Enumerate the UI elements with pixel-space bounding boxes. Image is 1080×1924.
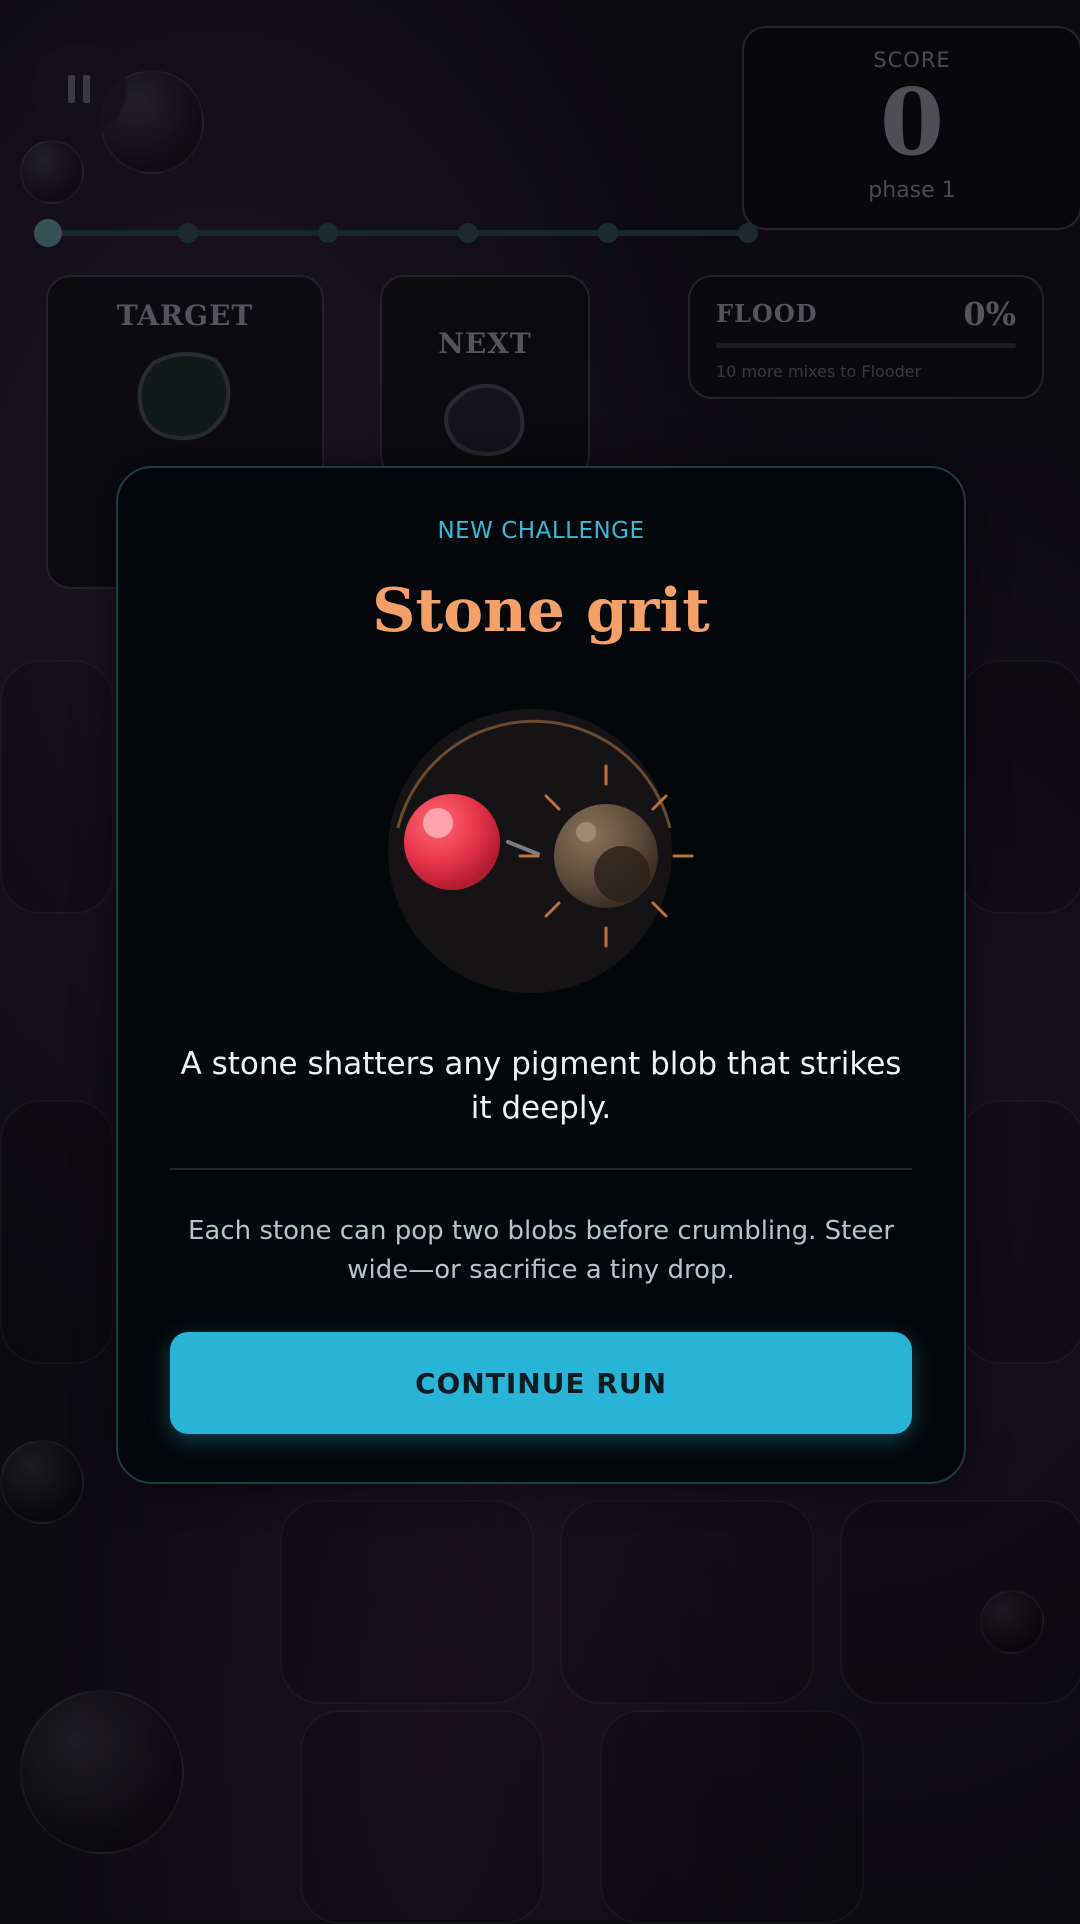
next-card: NEXT — [380, 275, 590, 479]
phase-label: phase 1 — [868, 178, 956, 203]
score-card: SCORE 0 phase 1 — [742, 26, 1080, 230]
flood-note: 10 more mixes to Flooder — [716, 362, 922, 381]
progress-marker — [318, 223, 338, 243]
next-label: NEXT — [438, 327, 532, 360]
progress-marker — [598, 223, 618, 243]
stone-collision-illustration — [388, 709, 694, 993]
phase-progress-track — [34, 219, 758, 247]
flood-label: FLOOD — [716, 299, 818, 328]
progress-marker — [178, 223, 198, 243]
flood-card: FLOOD 0% 10 more mixes to Flooder — [688, 275, 1044, 399]
progress-marker — [738, 223, 758, 243]
modal-eyebrow: NEW CHALLENGE — [437, 518, 645, 544]
progress-marker — [458, 223, 478, 243]
progress-marker-current — [34, 219, 62, 247]
target-label: TARGET — [116, 299, 254, 332]
challenge-modal: NEW CHALLENGE Stone grit A stone shatter… — [116, 466, 966, 1484]
modal-title: Stone grit — [372, 576, 710, 646]
divider — [170, 1168, 912, 1170]
modal-description: A stone shatters any pigment blob that s… — [180, 1046, 902, 1126]
red-blob-icon — [404, 794, 500, 890]
flood-meter — [716, 343, 1016, 348]
pause-icon — [64, 75, 94, 103]
pause-button[interactable] — [32, 42, 126, 136]
stone-icon — [554, 804, 658, 908]
target-blob-icon — [137, 351, 231, 441]
score-value: 0 — [879, 68, 944, 176]
next-blob-icon — [444, 383, 525, 457]
continue-run-button[interactable]: CONTINUE RUN — [170, 1332, 912, 1434]
modal-tip: Each stone can pop two blobs before crum… — [187, 1216, 895, 1285]
flood-percent: 0% — [963, 295, 1016, 333]
